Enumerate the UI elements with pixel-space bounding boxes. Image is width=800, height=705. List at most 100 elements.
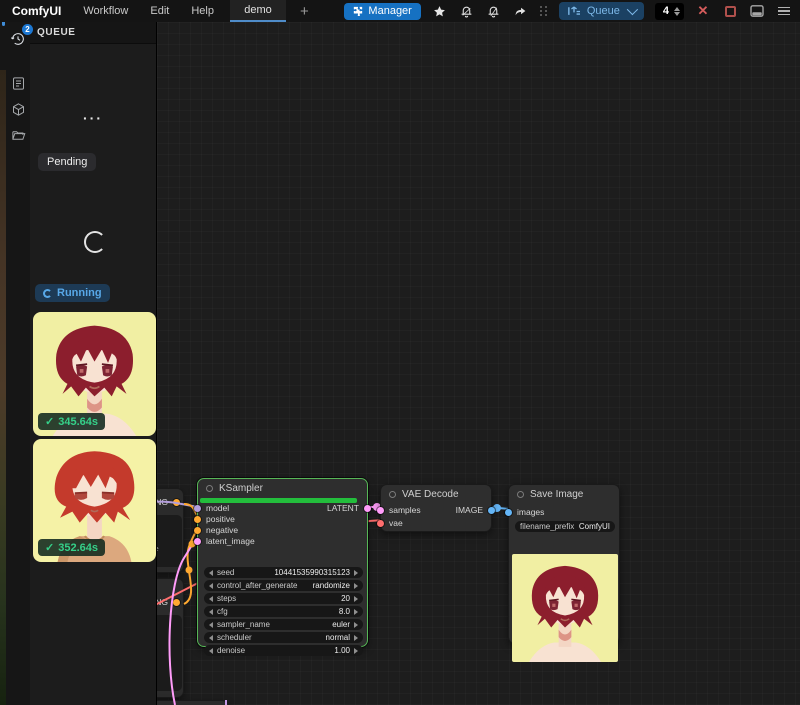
save-image-title-bar[interactable]: Save Image xyxy=(509,485,619,503)
increment-arrow-icon[interactable] xyxy=(354,596,358,602)
rail-tab-queue[interactable]: 2 xyxy=(7,28,29,50)
input-vae[interactable]: vae xyxy=(377,518,403,528)
input-images[interactable]: images xyxy=(505,507,544,517)
app-logo[interactable]: ComfyUI xyxy=(12,4,61,18)
menu-workflow[interactable]: Workflow xyxy=(83,5,128,17)
input-latent-image[interactable]: latent_image xyxy=(194,536,255,546)
batch-count-value: 4 xyxy=(663,5,669,17)
widget-sampler-name[interactable]: sampler_name euler xyxy=(204,619,363,630)
increment-arrow-icon[interactable] xyxy=(354,583,358,589)
widget-filename-prefix[interactable]: filename_prefix ComfyUI xyxy=(515,521,615,532)
stop-icon[interactable] xyxy=(722,3,738,19)
widget-control-after-generate[interactable]: control_after_generate randomize xyxy=(204,580,363,591)
batch-count-stepper[interactable]: 4 xyxy=(655,3,684,20)
increment-arrow-icon[interactable] xyxy=(354,635,358,641)
input-samples[interactable]: samples xyxy=(377,505,421,515)
negative-input-dot[interactable] xyxy=(194,527,201,534)
latent-image-input-dot[interactable] xyxy=(194,538,201,545)
saved-image-preview[interactable] xyxy=(512,554,618,662)
rail-tab-workflows[interactable] xyxy=(7,124,29,146)
running-spinner-icon xyxy=(43,289,52,298)
decrement-arrow-icon[interactable] xyxy=(209,596,213,602)
stepper-arrows-icon[interactable] xyxy=(674,7,680,16)
vae-decode-node[interactable]: VAE Decode samples vae IMAGE xyxy=(380,484,492,532)
output-image[interactable]: IMAGE xyxy=(456,505,495,515)
rail-tab-model-library[interactable] xyxy=(7,98,29,120)
model-input-dot[interactable] xyxy=(194,505,201,512)
rail-tab-node-library[interactable] xyxy=(7,72,29,94)
increment-arrow-icon[interactable] xyxy=(354,609,358,615)
prompt-line: th xyxy=(157,518,178,527)
queue-result-item[interactable]: ✓ 345.64s xyxy=(33,312,156,436)
cancel-run-icon[interactable]: ✕ xyxy=(695,3,711,19)
chevron-down-icon[interactable] xyxy=(627,4,638,15)
vae-decode-title-bar[interactable]: VAE Decode xyxy=(381,485,491,503)
input-model[interactable]: model xyxy=(194,503,229,513)
new-workflow-tab-button[interactable]: + xyxy=(300,4,309,19)
widget-steps[interactable]: steps 20 xyxy=(204,593,363,604)
decrement-arrow-icon[interactable] xyxy=(209,570,213,576)
bell-icon[interactable] xyxy=(459,3,475,19)
input-label: model xyxy=(206,503,229,513)
collapse-dot-icon[interactable] xyxy=(206,485,213,492)
widget-name: sampler_name xyxy=(217,620,270,629)
clip-text-encode-node-positive[interactable]: NING th -lor, ed :itable xyxy=(157,488,184,573)
image-output-dot[interactable] xyxy=(488,507,495,514)
node-output-conditioning[interactable]: NING xyxy=(157,597,180,607)
save-image-node[interactable]: Save Image images filename_prefix ComfyU… xyxy=(508,484,620,644)
input-positive[interactable]: positive xyxy=(194,514,235,524)
vae-input-dot[interactable] xyxy=(377,520,384,527)
workflow-tab-demo[interactable]: demo xyxy=(230,0,286,22)
node-output-conditioning[interactable]: NING xyxy=(157,497,180,507)
widget-seed[interactable]: seed 10441535990315123 xyxy=(204,567,363,578)
increment-arrow-icon[interactable] xyxy=(354,570,358,576)
conditioning-output-dot[interactable] xyxy=(173,599,180,606)
widget-denoise[interactable]: denoise 1.00 xyxy=(204,645,363,656)
bell-slash-icon[interactable] xyxy=(486,3,502,19)
samples-input-dot[interactable] xyxy=(377,507,384,514)
input-negative[interactable]: negative xyxy=(194,525,238,535)
check-icon: ✓ xyxy=(45,541,54,554)
prompt-text-widget[interactable] xyxy=(157,615,182,691)
positive-input-dot[interactable] xyxy=(194,516,201,523)
share-icon[interactable] xyxy=(513,3,529,19)
widget-name: scheduler xyxy=(217,633,252,642)
decrement-arrow-icon[interactable] xyxy=(209,622,213,628)
node-graph-canvas[interactable]: NING th -lor, ed :itable NING xyxy=(157,22,800,705)
collapse-dot-icon[interactable] xyxy=(517,491,524,498)
decrement-arrow-icon[interactable] xyxy=(209,648,213,654)
images-input-dot[interactable] xyxy=(505,509,512,516)
bottom-panel-icon[interactable] xyxy=(749,3,765,19)
comfyui-app: ComfyUI Workflow Edit Help demo + Manage… xyxy=(0,0,800,705)
output-latent[interactable]: LATENT xyxy=(327,503,371,513)
decrement-arrow-icon[interactable] xyxy=(209,635,213,641)
reroute-dot[interactable] xyxy=(186,567,193,574)
widget-value: 20 xyxy=(240,594,350,603)
partial-node-bottom[interactable] xyxy=(157,700,229,705)
manager-button-label: Manager xyxy=(368,5,411,17)
queue-result-item[interactable]: ✓ 352.64s xyxy=(33,439,156,562)
queue-button[interactable]: Queue xyxy=(559,2,644,20)
widget-scheduler[interactable]: scheduler normal xyxy=(204,632,363,643)
decrement-arrow-icon[interactable] xyxy=(209,583,213,589)
menu-edit[interactable]: Edit xyxy=(150,5,169,17)
menu-icon[interactable] xyxy=(776,3,792,19)
ksampler-node[interactable]: KSampler model positive negative latent_… xyxy=(197,478,368,647)
increment-arrow-icon[interactable] xyxy=(354,648,358,654)
conditioning-output-dot[interactable] xyxy=(173,499,180,506)
drag-grip-icon[interactable] xyxy=(540,6,548,16)
widget-cfg[interactable]: cfg 8.0 xyxy=(204,606,363,617)
running-label: Running xyxy=(57,287,102,299)
ksampler-title-bar[interactable]: KSampler xyxy=(198,479,367,497)
increment-arrow-icon[interactable] xyxy=(354,622,358,628)
clip-text-encode-node-negative[interactable]: NING xyxy=(157,578,184,698)
more-items-button[interactable]: ··· xyxy=(83,110,103,126)
collapse-dot-icon[interactable] xyxy=(389,491,396,498)
star-icon[interactable] xyxy=(432,3,448,19)
manager-button[interactable]: Manager xyxy=(344,3,420,20)
decrement-arrow-icon[interactable] xyxy=(209,609,213,615)
prompt-text-widget[interactable]: th -lor, ed :itable xyxy=(157,515,182,567)
latent-output-dot[interactable] xyxy=(364,505,371,512)
widget-name: steps xyxy=(217,594,236,603)
menu-help[interactable]: Help xyxy=(191,5,214,17)
